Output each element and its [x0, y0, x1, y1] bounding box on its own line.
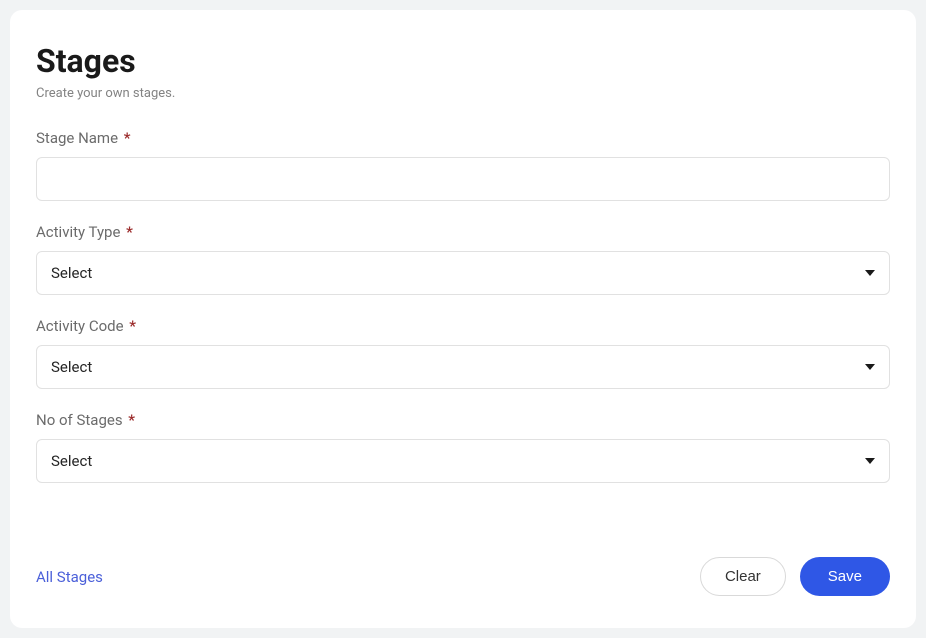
activity-code-label: Activity Code * [36, 317, 890, 335]
stages-card: Stages Create your own stages. Stage Nam… [10, 10, 916, 628]
spacer [36, 505, 890, 537]
all-stages-link[interactable]: All Stages [36, 568, 103, 586]
label-text: Activity Code [36, 317, 124, 335]
no-of-stages-label: No of Stages * [36, 411, 890, 429]
save-button[interactable]: Save [800, 557, 890, 596]
caret-down-icon [865, 364, 875, 370]
required-marker: * [129, 317, 136, 335]
stage-name-group: Stage Name * [36, 129, 890, 201]
label-text: No of Stages [36, 411, 123, 429]
select-value: Select [51, 264, 865, 282]
stage-name-input[interactable] [36, 157, 890, 201]
no-of-stages-select[interactable]: Select [36, 439, 890, 483]
select-value: Select [51, 452, 865, 470]
clear-button[interactable]: Clear [700, 557, 786, 596]
label-text: Stage Name [36, 129, 118, 147]
stage-name-label: Stage Name * [36, 129, 890, 147]
caret-down-icon [865, 270, 875, 276]
card-footer: All Stages Clear Save [36, 557, 890, 596]
label-text: Activity Type [36, 223, 120, 241]
caret-down-icon [865, 458, 875, 464]
page-subtitle: Create your own stages. [36, 86, 890, 101]
required-marker: * [128, 411, 135, 429]
select-value: Select [51, 358, 865, 376]
card-header: Stages Create your own stages. [36, 42, 890, 101]
activity-code-select[interactable]: Select [36, 345, 890, 389]
required-marker: * [124, 129, 131, 147]
activity-type-select[interactable]: Select [36, 251, 890, 295]
activity-type-label: Activity Type * [36, 223, 890, 241]
activity-code-group: Activity Code * Select [36, 317, 890, 389]
activity-type-group: Activity Type * Select [36, 223, 890, 295]
no-of-stages-group: No of Stages * Select [36, 411, 890, 483]
button-group: Clear Save [700, 557, 890, 596]
page-title: Stages [36, 42, 890, 80]
required-marker: * [126, 223, 133, 241]
